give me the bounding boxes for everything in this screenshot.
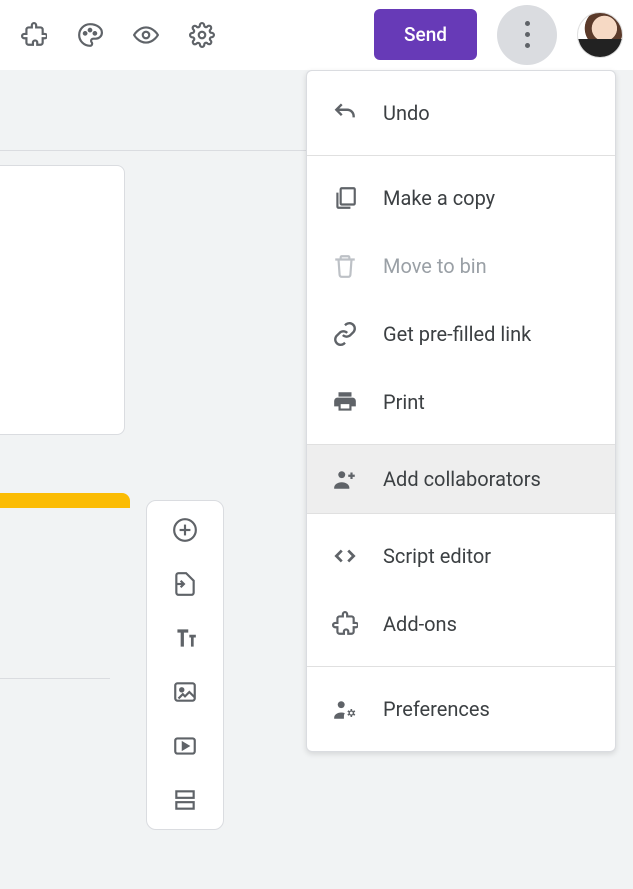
menu-label: Make a copy xyxy=(383,186,495,210)
menu-item-script-editor[interactable]: Script editor xyxy=(307,522,615,590)
form-card: lore xyxy=(0,165,125,435)
import-questions-button[interactable] xyxy=(170,569,200,599)
menu-label: Add-ons xyxy=(383,612,457,636)
menu-label: Move to bin xyxy=(383,254,487,278)
palette-icon[interactable] xyxy=(66,11,114,59)
preview-icon[interactable] xyxy=(122,11,170,59)
menu-item-preferences[interactable]: Preferences xyxy=(307,675,615,743)
toolbar: Send xyxy=(0,0,633,70)
add-collaborators-icon xyxy=(331,465,359,493)
trash-icon xyxy=(331,252,359,280)
add-video-button[interactable] xyxy=(170,731,200,761)
card-accent-bar xyxy=(0,493,130,508)
preferences-icon xyxy=(331,695,359,723)
menu-item-make-copy[interactable]: Make a copy xyxy=(307,164,615,232)
add-title-button[interactable] xyxy=(170,623,200,653)
menu-item-print[interactable]: Print xyxy=(307,368,615,436)
menu-label: Preferences xyxy=(383,697,490,721)
more-menu: Undo Make a copy Move to bin Get pre-fil… xyxy=(306,70,616,752)
copy-icon xyxy=(331,184,359,212)
more-button[interactable] xyxy=(497,5,557,65)
menu-label: Get pre-filled link xyxy=(383,322,531,346)
link-icon xyxy=(331,320,359,348)
print-icon xyxy=(331,388,359,416)
add-section-button[interactable] xyxy=(170,785,200,815)
menu-label: Print xyxy=(383,390,425,414)
add-image-button[interactable] xyxy=(170,677,200,707)
menu-item-addons[interactable]: Add-ons xyxy=(307,590,615,658)
menu-label: Add collaborators xyxy=(383,467,541,491)
puzzle-icon xyxy=(331,610,359,638)
avatar[interactable] xyxy=(577,12,623,58)
menu-item-undo[interactable]: Undo xyxy=(307,79,615,147)
menu-item-add-collaborators[interactable]: Add collaborators xyxy=(307,445,615,513)
settings-icon[interactable] xyxy=(178,11,226,59)
add-question-button[interactable] xyxy=(170,515,200,545)
divider xyxy=(0,150,306,151)
side-toolbar xyxy=(146,500,224,830)
menu-item-move-to-bin: Move to bin xyxy=(307,232,615,300)
send-button[interactable]: Send xyxy=(374,9,477,60)
menu-item-prefilled-link[interactable]: Get pre-filled link xyxy=(307,300,615,368)
menu-label: Script editor xyxy=(383,544,491,568)
undo-icon xyxy=(331,99,359,127)
text-fragment: ak co oba xyxy=(0,678,110,759)
menu-label: Undo xyxy=(383,101,430,125)
text-fragment-2: ych xyxy=(0,848,110,872)
code-icon xyxy=(331,542,359,570)
addons-icon[interactable] xyxy=(10,11,58,59)
